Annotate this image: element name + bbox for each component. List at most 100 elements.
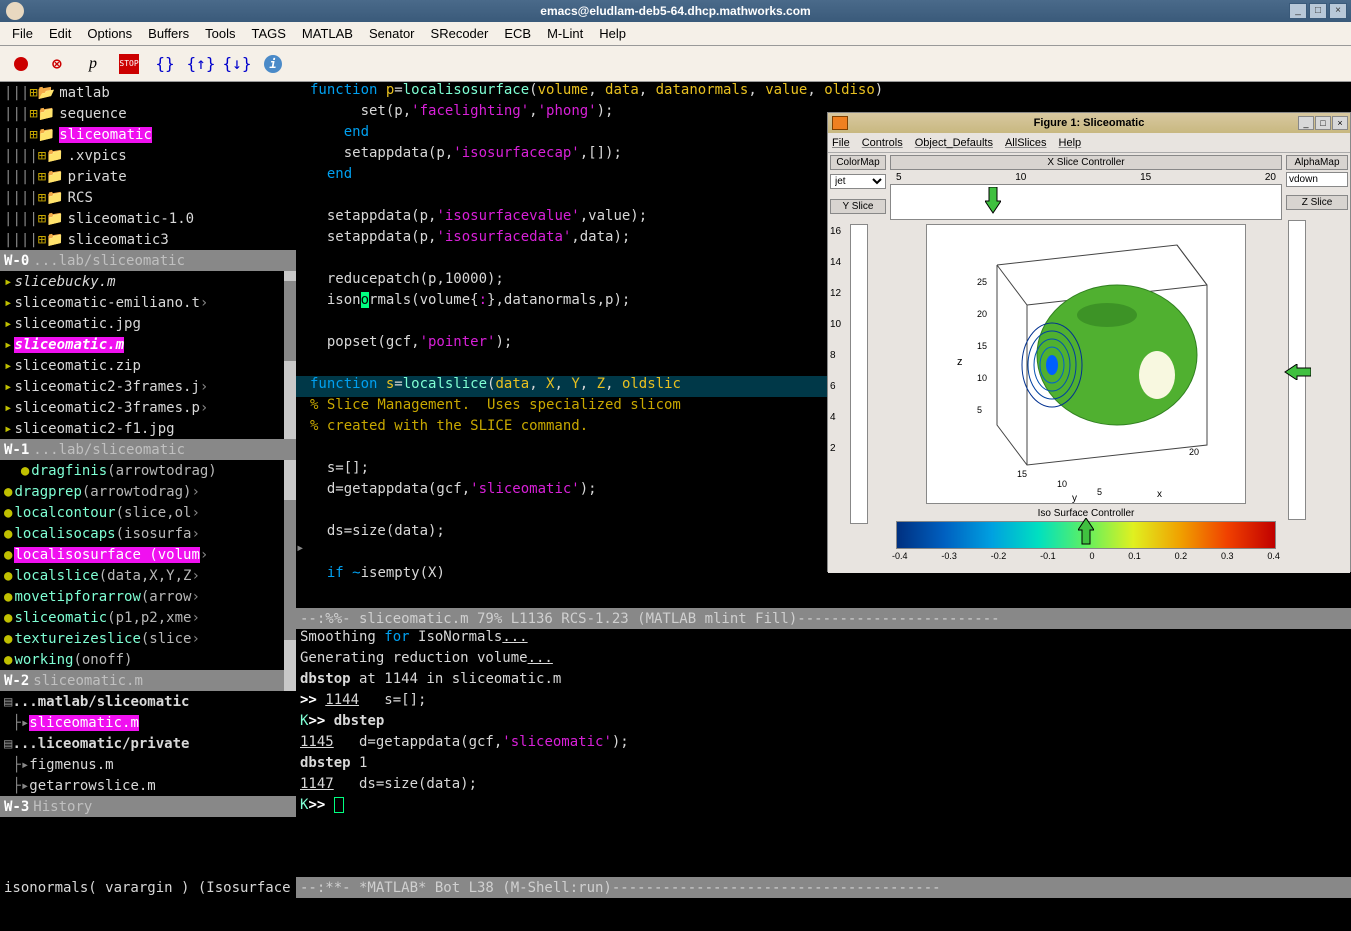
minimize-button[interactable]: _ bbox=[1289, 3, 1307, 19]
braces-icon[interactable]: {} bbox=[156, 55, 174, 73]
file-item[interactable]: ▸sliceomatic2-3frames.j› bbox=[0, 376, 296, 397]
file-item[interactable]: ▸sliceomatic.jpg bbox=[0, 313, 296, 334]
yslice-label: Y Slice bbox=[830, 199, 886, 214]
fig-menu-object_defaults[interactable]: Object_Defaults bbox=[915, 137, 993, 149]
menu-options[interactable]: Options bbox=[79, 26, 140, 41]
fig-menu-controls[interactable]: Controls bbox=[862, 137, 903, 149]
matlab-figure-window[interactable]: Figure 1: Sliceomatic _ □ × File Controls… bbox=[827, 112, 1351, 572]
svg-text:15: 15 bbox=[1017, 469, 1027, 479]
brace-down-icon[interactable]: {↓} bbox=[228, 55, 246, 73]
file-item[interactable]: ▸sliceomatic.zip bbox=[0, 355, 296, 376]
record-icon[interactable] bbox=[12, 55, 30, 73]
alphamap-value[interactable]: vdown bbox=[1286, 172, 1348, 187]
function-item[interactable]: ●working (onoff) bbox=[0, 649, 296, 670]
window-titlebar: emacs@eludlam-deb5-64.dhcp.mathworks.com… bbox=[0, 0, 1351, 22]
x-slice-slider[interactable] bbox=[890, 184, 1282, 220]
fig-minimize-button[interactable]: _ bbox=[1298, 116, 1314, 130]
function-item[interactable]: ●localisosurface (volum› bbox=[0, 544, 296, 565]
z-slice-arrow-icon[interactable] bbox=[1283, 364, 1311, 380]
svg-text:20: 20 bbox=[977, 309, 987, 319]
close-button[interactable]: × bbox=[1329, 3, 1347, 19]
menu-tags[interactable]: TAGS bbox=[243, 26, 293, 41]
modeline-w0: W-0...lab/sliceomatic bbox=[0, 250, 296, 271]
tree-item[interactable]: | | | | ⊞📁sliceomatic-1.0 bbox=[0, 208, 296, 229]
info-icon[interactable]: i bbox=[264, 55, 282, 73]
svg-text:25: 25 bbox=[977, 277, 987, 287]
brace-up-icon[interactable]: {↑} bbox=[192, 55, 210, 73]
y-slice-slider[interactable] bbox=[850, 224, 868, 524]
fig-menu-help[interactable]: Help bbox=[1059, 137, 1082, 149]
xctrl-label: X Slice Controller bbox=[890, 155, 1282, 170]
file-item[interactable]: ▸sliceomatic2-3frames.p› bbox=[0, 397, 296, 418]
fold-marker-icon[interactable]: ▸ bbox=[296, 540, 304, 556]
repl-line: >> 1144 s=[]; bbox=[296, 692, 1351, 713]
modeline-w3: W-3History bbox=[0, 796, 296, 817]
fig-close-button[interactable]: × bbox=[1332, 116, 1348, 130]
function-item[interactable]: ●movetipforarrow (arrow› bbox=[0, 586, 296, 607]
fig-menu-file[interactable]: File bbox=[832, 137, 850, 149]
emacs-logo-icon bbox=[6, 2, 24, 20]
menu-matlab[interactable]: MATLAB bbox=[294, 26, 361, 41]
fig-maximize-button[interactable]: □ bbox=[1315, 116, 1331, 130]
file-item[interactable]: ▸slicebucky.m bbox=[0, 271, 296, 292]
menu-srecoder[interactable]: SRecoder bbox=[423, 26, 497, 41]
history-item[interactable]: ├▸sliceomatic.m bbox=[0, 712, 296, 733]
function-item[interactable]: ●localcontour (slice,ol› bbox=[0, 502, 296, 523]
function-item[interactable]: ●localisocaps (isosurfa› bbox=[0, 523, 296, 544]
menu-file[interactable]: File bbox=[4, 26, 41, 41]
figure-left-panel: ColorMap jet Y Slice 161412108642 bbox=[828, 153, 888, 573]
z-slice-slider[interactable] bbox=[1288, 220, 1306, 520]
window-title: emacs@eludlam-deb5-64.dhcp.mathworks.com bbox=[540, 4, 810, 18]
menu-buffers[interactable]: Buffers bbox=[140, 26, 197, 41]
tree-item[interactable]: | | | ⊞📁sliceomatic bbox=[0, 124, 296, 145]
file-item[interactable]: ▸sliceomatic2-f1.jpg bbox=[0, 418, 296, 439]
iso-arrow-icon[interactable] bbox=[1078, 518, 1094, 546]
p-icon[interactable]: p bbox=[84, 55, 102, 73]
function-item[interactable]: ●textureizeslice (slice› bbox=[0, 628, 296, 649]
colormap-select[interactable]: jet bbox=[830, 174, 886, 189]
ecb-sidebar: | | | ⊞📂matlab| | | ⊞📁sequence| | | ⊞📁sl… bbox=[0, 82, 296, 877]
matlab-repl[interactable]: Smoothing for IsoNormals...Generating re… bbox=[296, 629, 1351, 877]
menu-ecb[interactable]: ECB bbox=[496, 26, 539, 41]
file-item[interactable]: ▸sliceomatic.m bbox=[0, 334, 296, 355]
code-line: function p=localisosurface(volume, data,… bbox=[296, 82, 1351, 103]
history-item[interactable]: ├▸figmenus.m bbox=[0, 754, 296, 775]
figure-title: Figure 1: Sliceomatic bbox=[1034, 117, 1145, 129]
function-item[interactable]: ●dragfinis (arrowtodrag) bbox=[0, 460, 296, 481]
menu-tools[interactable]: Tools bbox=[197, 26, 243, 41]
tree-item[interactable]: | | | | ⊞📁RCS bbox=[0, 187, 296, 208]
repl-line: 1147 ds=size(data); bbox=[296, 776, 1351, 797]
menu-edit[interactable]: Edit bbox=[41, 26, 79, 41]
svg-text:y: y bbox=[1072, 493, 1077, 504]
figure-center-panel: X Slice Controller 5101520 bbox=[888, 153, 1284, 573]
iso-colorbar-slider[interactable] bbox=[896, 521, 1276, 549]
menu-senator[interactable]: Senator bbox=[361, 26, 423, 41]
history-item[interactable]: ▤ ...matlab/sliceomatic bbox=[0, 691, 296, 712]
function-item[interactable]: ●dragprep (arrowtodrag)› bbox=[0, 481, 296, 502]
repl-line: Smoothing for IsoNormals... bbox=[296, 629, 1351, 650]
maximize-button[interactable]: □ bbox=[1309, 3, 1327, 19]
menu-help[interactable]: Help bbox=[591, 26, 634, 41]
figure-menubar: File Controls Object_Defaults AllSlices Help bbox=[828, 133, 1350, 153]
history-item[interactable]: ├▸getarrowslice.m bbox=[0, 775, 296, 796]
tree-item[interactable]: | | | ⊞📁sequence bbox=[0, 103, 296, 124]
file-item[interactable]: ▸sliceomatic-emiliano.t› bbox=[0, 292, 296, 313]
tree-item[interactable]: | | | | ⊞📁private bbox=[0, 166, 296, 187]
function-item[interactable]: ●sliceomatic (p1,p2,xme› bbox=[0, 607, 296, 628]
stop-sign-icon[interactable]: STOP bbox=[120, 55, 138, 73]
menu-m-lint[interactable]: M-Lint bbox=[539, 26, 591, 41]
figure-titlebar[interactable]: Figure 1: Sliceomatic _ □ × bbox=[828, 113, 1350, 133]
tree-item[interactable]: | | | | ⊞📁.xvpics bbox=[0, 145, 296, 166]
modeline-w2: W-2sliceomatic.m bbox=[0, 670, 296, 691]
svg-text:z: z bbox=[957, 356, 963, 368]
fig-menu-allslices[interactable]: AllSlices bbox=[1005, 137, 1047, 149]
svg-text:10: 10 bbox=[977, 373, 987, 383]
history-item[interactable]: ▤ ...liceomatic/private bbox=[0, 733, 296, 754]
tree-item[interactable]: | | | ⊞📂matlab bbox=[0, 82, 296, 103]
x-slice-arrow-icon[interactable] bbox=[985, 187, 1001, 215]
function-item[interactable]: ●localslice (data,X,Y,Z› bbox=[0, 565, 296, 586]
3d-axes[interactable]: z 25 20 15 10 5 15 10 5 20 y x bbox=[926, 224, 1246, 504]
repl-line: dbstop at 1144 in sliceomatic.m bbox=[296, 671, 1351, 692]
tree-item[interactable]: | | | | ⊞📁sliceomatic3 bbox=[0, 229, 296, 250]
stop-record-icon[interactable]: ⊗ bbox=[48, 55, 66, 73]
